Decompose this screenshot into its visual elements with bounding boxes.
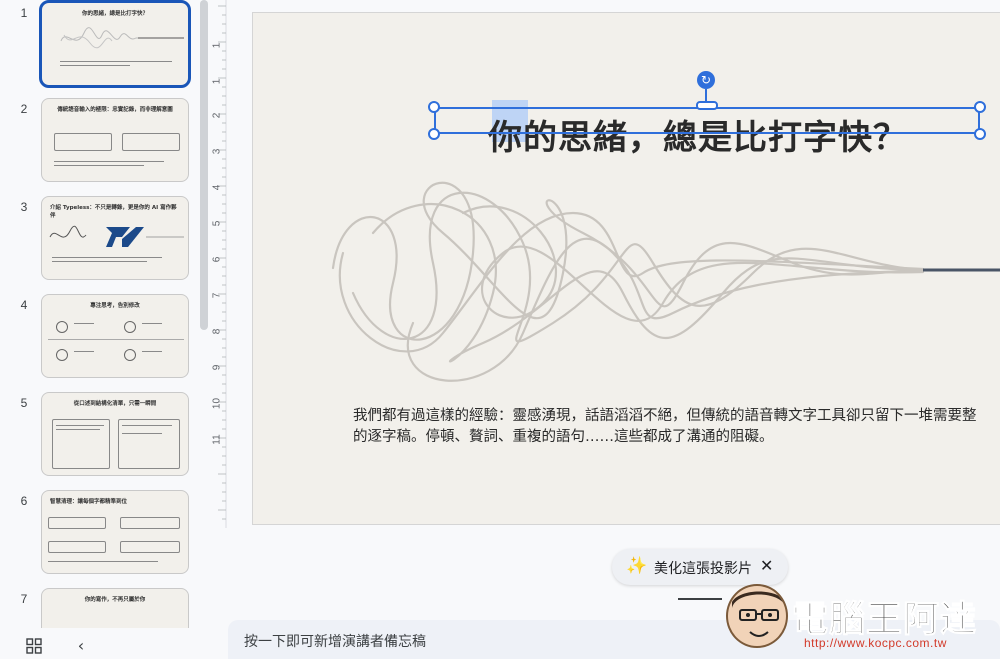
body-line-2: 的逐字稿。停頓、贅詞、重複的語句……這些都成了溝通的阻礙。: [353, 429, 774, 445]
ruler-label: 4: [211, 184, 223, 191]
resize-handle-bottom-right[interactable]: [974, 128, 986, 140]
resize-handle-bottom-left[interactable]: [428, 128, 440, 140]
notes-drag-handle[interactable]: [678, 598, 722, 600]
ruler-label: 7: [211, 292, 223, 299]
slide-thumbnail-row-5[interactable]: 5 從口述到結構化清單，只需一瞬間: [0, 392, 200, 480]
ruler-label: 10: [211, 397, 223, 410]
slide-thumbnail-5[interactable]: 從口述到結構化清單，只需一瞬間: [41, 392, 189, 476]
grid-view-icon[interactable]: [26, 638, 42, 654]
ruler-label: 5: [211, 220, 223, 227]
close-icon[interactable]: ✕: [760, 556, 773, 575]
ruler-label: 11: [211, 434, 223, 445]
thumbnail-title: 從口述到結構化清單，只需一瞬間: [73, 401, 157, 407]
thumbnail-title: 你的思緒，總是比打字快？: [81, 11, 148, 17]
slide-thumbnail-2[interactable]: 傳統語音輸入的極限：忠實記錄，而非理解意圖: [41, 98, 189, 182]
slide-thumbnail-4[interactable]: 專注思考，告別修改: [41, 294, 189, 378]
tangled-thought-line-graphic: [331, 181, 1000, 382]
ruler-label: 1: [211, 78, 223, 85]
thumbnail-title: 傳統語音輸入的極限：忠實記錄，而非理解意圖: [57, 107, 173, 113]
watermark-text: 電腦王阿達: [791, 599, 978, 641]
thumbnail-title: 智慧清理：讓每個字都精準到位: [50, 499, 128, 505]
rotate-stem: [705, 89, 707, 101]
slide-body-text[interactable]: 我們都有過這樣的經驗：靈感湧現，話語滔滔不絕，但傳統的語音轉文字工具卻只留下一堆…: [353, 406, 1000, 448]
ruler-label: 3: [211, 148, 223, 155]
slide-number: 3: [20, 200, 28, 214]
resize-handle-top-right[interactable]: [974, 101, 986, 113]
slide-thumbnail-1[interactable]: 你的思緒，總是比打字快？: [39, 0, 191, 88]
slide-thumbnail-row-4[interactable]: 4 專注思考，告別修改: [0, 294, 200, 382]
rotate-icon[interactable]: ↻: [697, 71, 715, 89]
slide-thumbnail-row-3[interactable]: 3 介紹 Typeless：不只是轉錄，更是你的 AI 寫作夥伴: [0, 196, 200, 284]
collapse-filmstrip-button[interactable]: ‹: [72, 636, 90, 656]
slide-number: 7: [20, 592, 28, 606]
slide-filmstrip: 1 你的思緒，總是比打字快？ 2 傳統語音輸入的極限：忠實記錄，而非理解意圖 3…: [0, 0, 210, 628]
slide-number: 5: [20, 396, 28, 410]
ruler-label: 1: [211, 42, 223, 49]
typeless-logo-graphic: [49, 225, 184, 247]
slide-thumbnail-row-7[interactable]: 7 你的寫作，不再只屬於你: [0, 588, 200, 628]
mascot-face-icon: [726, 584, 788, 648]
thumbnail-title: 專注思考，告別修改: [90, 303, 140, 309]
slide-thumbnail-row-1[interactable]: 1 你的思緒，總是比打字快？: [0, 0, 200, 90]
slide-number: 2: [20, 102, 28, 116]
resize-handle-top-left[interactable]: [428, 101, 440, 113]
tangled-line-graphic: [60, 27, 184, 49]
watermark-url: http://www.kocpc.com.tw: [804, 636, 947, 650]
slide-canvas[interactable]: 我們都有過這樣的經驗：靈感湧現，話語滔滔不絕，但傳統的語音轉文字工具卻只留下一堆…: [252, 12, 1000, 525]
slide-number: 4: [20, 298, 28, 312]
sparkle-wand-icon: ✨: [626, 556, 648, 576]
site-watermark: 電腦王阿達 http://www.kocpc.com.tw: [718, 576, 1000, 659]
ruler-label: 8: [211, 328, 223, 335]
thumbnail-title: 介紹 Typeless：不只是轉錄，更是你的 AI 寫作夥伴: [50, 205, 177, 219]
resize-handle-top-center[interactable]: [696, 101, 718, 110]
slide-thumbnail-row-6[interactable]: 6 智慧清理：讓每個字都精準到位: [0, 490, 200, 578]
thumbnail-title: 你的寫作，不再只屬於你: [84, 597, 146, 603]
slide-thumbnail-row-2[interactable]: 2 傳統語音輸入的極限：忠實記錄，而非理解意圖: [0, 98, 200, 186]
ruler-label: 6: [211, 256, 223, 263]
beautify-slide-label: 美化這張投影片: [654, 561, 752, 577]
slide-thumbnail-7[interactable]: 你的寫作，不再只屬於你: [41, 588, 189, 628]
body-line-1: 我們都有過這樣的經驗：靈感湧現，話語滔滔不絕，但傳統的語音轉文字工具卻只留下一堆…: [353, 408, 977, 424]
ruler-label: 9: [211, 364, 223, 371]
slide-number: 1: [20, 6, 28, 20]
filmstrip-scrollbar[interactable]: [200, 0, 208, 330]
slide-thumbnail-6[interactable]: 智慧清理：讓每個字都精準到位: [41, 490, 189, 574]
speaker-notes-placeholder: 按一下即可新增演講者備忘稿: [244, 634, 426, 650]
slide-number: 6: [20, 494, 28, 508]
ruler-label: 2: [211, 112, 223, 119]
slide-thumbnail-3[interactable]: 介紹 Typeless：不只是轉錄，更是你的 AI 寫作夥伴: [41, 196, 189, 280]
text-box-selection-frame[interactable]: [434, 107, 980, 134]
